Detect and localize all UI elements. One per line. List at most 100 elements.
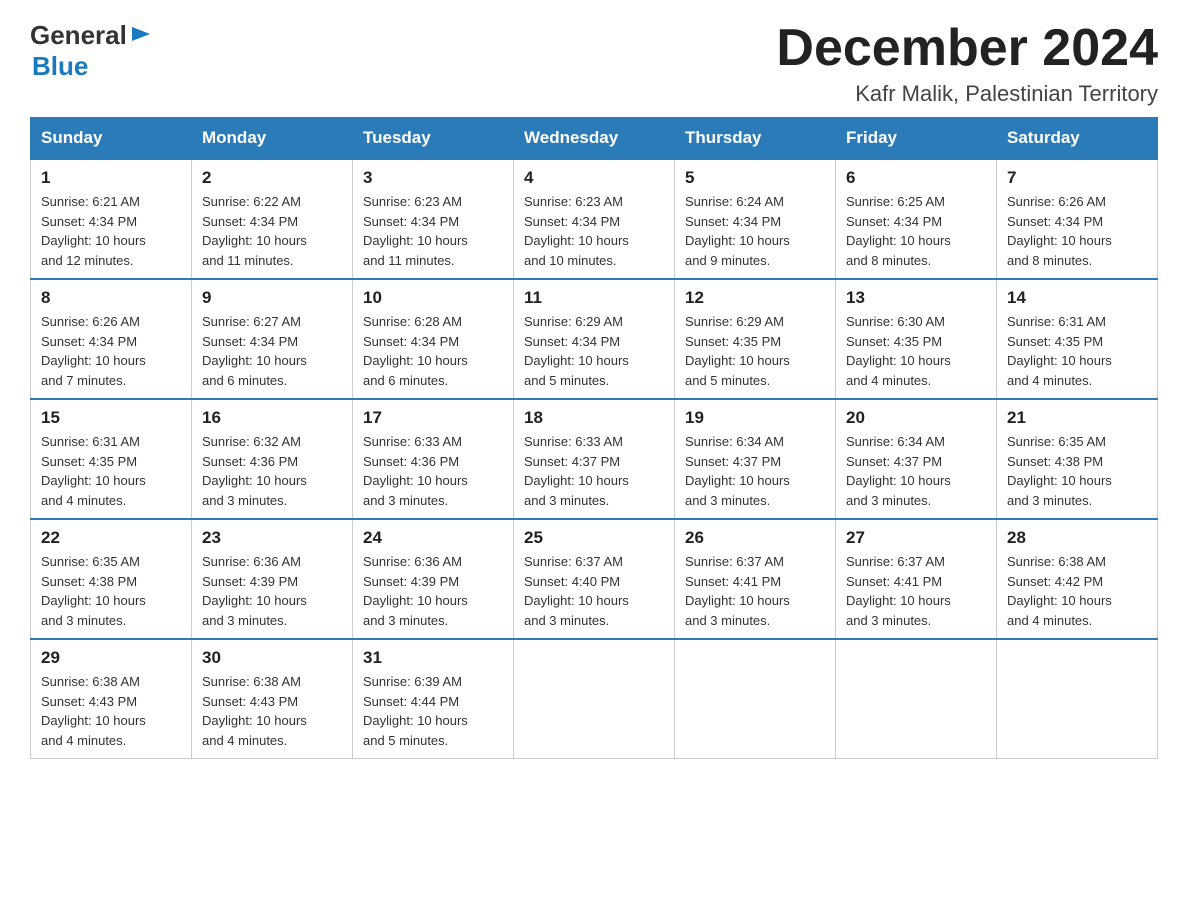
table-row: 4 Sunrise: 6:23 AM Sunset: 4:34 PM Dayli…	[514, 159, 675, 279]
col-friday: Friday	[836, 118, 997, 160]
table-row: 19 Sunrise: 6:34 AM Sunset: 4:37 PM Dayl…	[675, 399, 836, 519]
day-info: Sunrise: 6:36 AM Sunset: 4:39 PM Dayligh…	[202, 552, 342, 630]
page-header: General Blue December 2024 Kafr Malik, P…	[30, 20, 1158, 107]
table-row: 18 Sunrise: 6:33 AM Sunset: 4:37 PM Dayl…	[514, 399, 675, 519]
day-number: 19	[685, 408, 825, 428]
table-row: 28 Sunrise: 6:38 AM Sunset: 4:42 PM Dayl…	[997, 519, 1158, 639]
day-number: 1	[41, 168, 181, 188]
day-number: 29	[41, 648, 181, 668]
day-info: Sunrise: 6:35 AM Sunset: 4:38 PM Dayligh…	[1007, 432, 1147, 510]
table-row: 23 Sunrise: 6:36 AM Sunset: 4:39 PM Dayl…	[192, 519, 353, 639]
day-number: 30	[202, 648, 342, 668]
table-row: 11 Sunrise: 6:29 AM Sunset: 4:34 PM Dayl…	[514, 279, 675, 399]
table-row: 24 Sunrise: 6:36 AM Sunset: 4:39 PM Dayl…	[353, 519, 514, 639]
day-info: Sunrise: 6:29 AM Sunset: 4:34 PM Dayligh…	[524, 312, 664, 390]
col-tuesday: Tuesday	[353, 118, 514, 160]
col-saturday: Saturday	[997, 118, 1158, 160]
day-info: Sunrise: 6:37 AM Sunset: 4:41 PM Dayligh…	[685, 552, 825, 630]
day-number: 16	[202, 408, 342, 428]
month-title: December 2024	[776, 20, 1158, 77]
day-info: Sunrise: 6:24 AM Sunset: 4:34 PM Dayligh…	[685, 192, 825, 270]
logo-blue-text: Blue	[32, 51, 152, 82]
day-info: Sunrise: 6:32 AM Sunset: 4:36 PM Dayligh…	[202, 432, 342, 510]
day-number: 31	[363, 648, 503, 668]
day-number: 28	[1007, 528, 1147, 548]
day-info: Sunrise: 6:34 AM Sunset: 4:37 PM Dayligh…	[846, 432, 986, 510]
day-number: 2	[202, 168, 342, 188]
day-number: 14	[1007, 288, 1147, 308]
calendar-header-row: Sunday Monday Tuesday Wednesday Thursday…	[31, 118, 1158, 160]
calendar-table: Sunday Monday Tuesday Wednesday Thursday…	[30, 117, 1158, 759]
day-number: 23	[202, 528, 342, 548]
logo: General Blue	[30, 20, 152, 82]
table-row: 16 Sunrise: 6:32 AM Sunset: 4:36 PM Dayl…	[192, 399, 353, 519]
day-info: Sunrise: 6:26 AM Sunset: 4:34 PM Dayligh…	[41, 312, 181, 390]
table-row: 20 Sunrise: 6:34 AM Sunset: 4:37 PM Dayl…	[836, 399, 997, 519]
calendar-week-row: 22 Sunrise: 6:35 AM Sunset: 4:38 PM Dayl…	[31, 519, 1158, 639]
day-info: Sunrise: 6:30 AM Sunset: 4:35 PM Dayligh…	[846, 312, 986, 390]
table-row: 7 Sunrise: 6:26 AM Sunset: 4:34 PM Dayli…	[997, 159, 1158, 279]
table-row: 9 Sunrise: 6:27 AM Sunset: 4:34 PM Dayli…	[192, 279, 353, 399]
table-row: 8 Sunrise: 6:26 AM Sunset: 4:34 PM Dayli…	[31, 279, 192, 399]
day-info: Sunrise: 6:37 AM Sunset: 4:40 PM Dayligh…	[524, 552, 664, 630]
table-row: 29 Sunrise: 6:38 AM Sunset: 4:43 PM Dayl…	[31, 639, 192, 759]
day-info: Sunrise: 6:28 AM Sunset: 4:34 PM Dayligh…	[363, 312, 503, 390]
day-number: 17	[363, 408, 503, 428]
day-number: 5	[685, 168, 825, 188]
table-row: 27 Sunrise: 6:37 AM Sunset: 4:41 PM Dayl…	[836, 519, 997, 639]
day-number: 27	[846, 528, 986, 548]
table-row: 12 Sunrise: 6:29 AM Sunset: 4:35 PM Dayl…	[675, 279, 836, 399]
day-number: 10	[363, 288, 503, 308]
day-number: 25	[524, 528, 664, 548]
day-info: Sunrise: 6:31 AM Sunset: 4:35 PM Dayligh…	[1007, 312, 1147, 390]
day-number: 18	[524, 408, 664, 428]
day-number: 24	[363, 528, 503, 548]
day-info: Sunrise: 6:36 AM Sunset: 4:39 PM Dayligh…	[363, 552, 503, 630]
calendar-week-row: 1 Sunrise: 6:21 AM Sunset: 4:34 PM Dayli…	[31, 159, 1158, 279]
table-row: 31 Sunrise: 6:39 AM Sunset: 4:44 PM Dayl…	[353, 639, 514, 759]
table-row: 13 Sunrise: 6:30 AM Sunset: 4:35 PM Dayl…	[836, 279, 997, 399]
day-number: 4	[524, 168, 664, 188]
table-row	[836, 639, 997, 759]
day-info: Sunrise: 6:38 AM Sunset: 4:42 PM Dayligh…	[1007, 552, 1147, 630]
table-row	[675, 639, 836, 759]
table-row: 25 Sunrise: 6:37 AM Sunset: 4:40 PM Dayl…	[514, 519, 675, 639]
table-row: 3 Sunrise: 6:23 AM Sunset: 4:34 PM Dayli…	[353, 159, 514, 279]
table-row: 17 Sunrise: 6:33 AM Sunset: 4:36 PM Dayl…	[353, 399, 514, 519]
day-info: Sunrise: 6:31 AM Sunset: 4:35 PM Dayligh…	[41, 432, 181, 510]
title-area: December 2024 Kafr Malik, Palestinian Te…	[776, 20, 1158, 107]
logo-general-text: General	[30, 20, 127, 51]
day-number: 7	[1007, 168, 1147, 188]
table-row: 1 Sunrise: 6:21 AM Sunset: 4:34 PM Dayli…	[31, 159, 192, 279]
table-row: 6 Sunrise: 6:25 AM Sunset: 4:34 PM Dayli…	[836, 159, 997, 279]
day-number: 9	[202, 288, 342, 308]
day-info: Sunrise: 6:27 AM Sunset: 4:34 PM Dayligh…	[202, 312, 342, 390]
day-number: 12	[685, 288, 825, 308]
table-row: 10 Sunrise: 6:28 AM Sunset: 4:34 PM Dayl…	[353, 279, 514, 399]
table-row	[997, 639, 1158, 759]
day-number: 11	[524, 288, 664, 308]
day-info: Sunrise: 6:35 AM Sunset: 4:38 PM Dayligh…	[41, 552, 181, 630]
calendar-week-row: 8 Sunrise: 6:26 AM Sunset: 4:34 PM Dayli…	[31, 279, 1158, 399]
location-title: Kafr Malik, Palestinian Territory	[776, 81, 1158, 107]
day-info: Sunrise: 6:37 AM Sunset: 4:41 PM Dayligh…	[846, 552, 986, 630]
day-number: 13	[846, 288, 986, 308]
table-row: 2 Sunrise: 6:22 AM Sunset: 4:34 PM Dayli…	[192, 159, 353, 279]
day-info: Sunrise: 6:22 AM Sunset: 4:34 PM Dayligh…	[202, 192, 342, 270]
calendar-week-row: 29 Sunrise: 6:38 AM Sunset: 4:43 PM Dayl…	[31, 639, 1158, 759]
day-number: 15	[41, 408, 181, 428]
logo-line1: General	[30, 20, 152, 51]
table-row: 5 Sunrise: 6:24 AM Sunset: 4:34 PM Dayli…	[675, 159, 836, 279]
col-thursday: Thursday	[675, 118, 836, 160]
logo-icon	[130, 23, 152, 45]
day-number: 21	[1007, 408, 1147, 428]
table-row: 26 Sunrise: 6:37 AM Sunset: 4:41 PM Dayl…	[675, 519, 836, 639]
table-row: 15 Sunrise: 6:31 AM Sunset: 4:35 PM Dayl…	[31, 399, 192, 519]
day-number: 20	[846, 408, 986, 428]
day-info: Sunrise: 6:38 AM Sunset: 4:43 PM Dayligh…	[202, 672, 342, 750]
day-info: Sunrise: 6:33 AM Sunset: 4:36 PM Dayligh…	[363, 432, 503, 510]
day-number: 26	[685, 528, 825, 548]
day-number: 3	[363, 168, 503, 188]
day-info: Sunrise: 6:38 AM Sunset: 4:43 PM Dayligh…	[41, 672, 181, 750]
table-row: 22 Sunrise: 6:35 AM Sunset: 4:38 PM Dayl…	[31, 519, 192, 639]
